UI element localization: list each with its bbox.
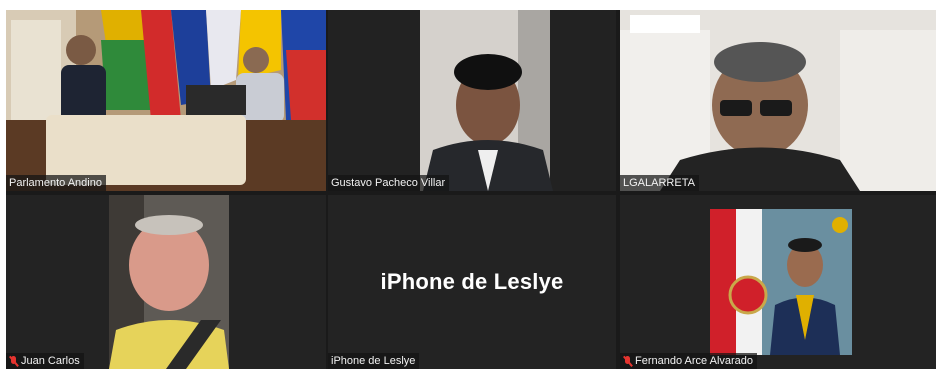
video-tile-iphone-de-leslye[interactable]: iPhone de Leslye iPhone de Leslye bbox=[328, 195, 616, 369]
microphone-muted-icon bbox=[9, 355, 18, 367]
video-tile-juan-carlos[interactable]: Juan Carlos bbox=[6, 195, 326, 369]
video-feed bbox=[6, 10, 326, 191]
participant-name-tag: LGALARRETA bbox=[620, 175, 699, 191]
video-feed bbox=[328, 10, 616, 191]
video-feed bbox=[6, 195, 326, 369]
participant-name: iPhone de Leslye bbox=[331, 355, 416, 367]
participant-name-tag: iPhone de Leslye bbox=[328, 353, 420, 369]
video-feed bbox=[620, 10, 936, 191]
participant-display-name: iPhone de Leslye bbox=[380, 269, 564, 294]
video-tile-lgalarreta[interactable]: LGALARRETA bbox=[620, 10, 936, 191]
participant-name-tag: Parlamento Andino bbox=[6, 175, 106, 191]
participant-name: LGALARRETA bbox=[623, 177, 695, 189]
microphone-muted-icon bbox=[623, 355, 632, 367]
participant-name-tag: Gustavo Pacheco Villar bbox=[328, 175, 450, 191]
participant-name-tag: Fernando Arce Alvarado bbox=[620, 353, 758, 369]
video-feed bbox=[620, 195, 936, 369]
participant-name: Fernando Arce Alvarado bbox=[635, 355, 754, 367]
video-tile-parlamento-andino[interactable]: Parlamento Andino bbox=[6, 10, 326, 191]
participant-name: Juan Carlos bbox=[21, 355, 80, 367]
video-tile-gustavo-pacheco-villar[interactable]: Gustavo Pacheco Villar bbox=[328, 10, 616, 191]
participant-name: Gustavo Pacheco Villar bbox=[331, 177, 446, 189]
video-tile-fernando-arce-alvarado[interactable]: Fernando Arce Alvarado bbox=[620, 195, 936, 369]
participant-name-tag: Juan Carlos bbox=[6, 353, 84, 369]
participant-name: Parlamento Andino bbox=[9, 177, 102, 189]
video-gallery: Parlamento Andino Gustavo Pacheco Villar bbox=[6, 10, 936, 369]
